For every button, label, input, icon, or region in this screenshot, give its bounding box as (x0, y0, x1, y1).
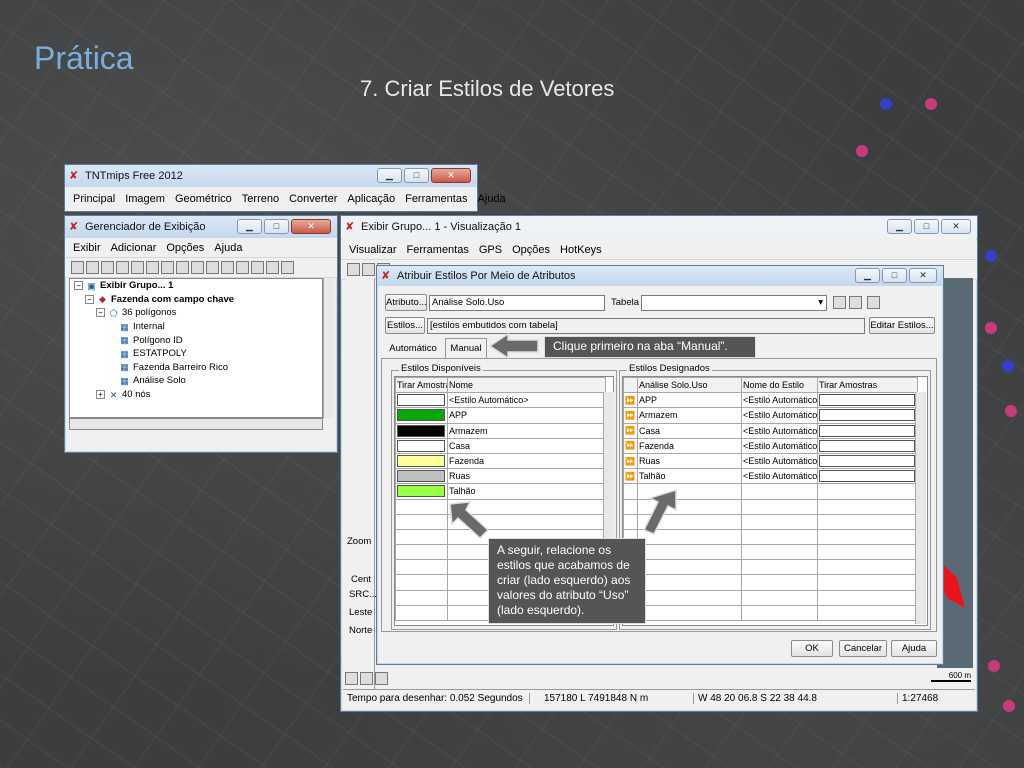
arrow-up-left-icon (449, 501, 490, 540)
callout-relate: A seguir, relacione os estilos que acaba… (488, 538, 646, 624)
callout-manual: Clique primeiro na aba “Manual”. (544, 336, 756, 358)
arrow-up-right-icon (642, 488, 677, 535)
annotation-arrows (449, 332, 677, 540)
arrow-left-icon (488, 332, 539, 360)
